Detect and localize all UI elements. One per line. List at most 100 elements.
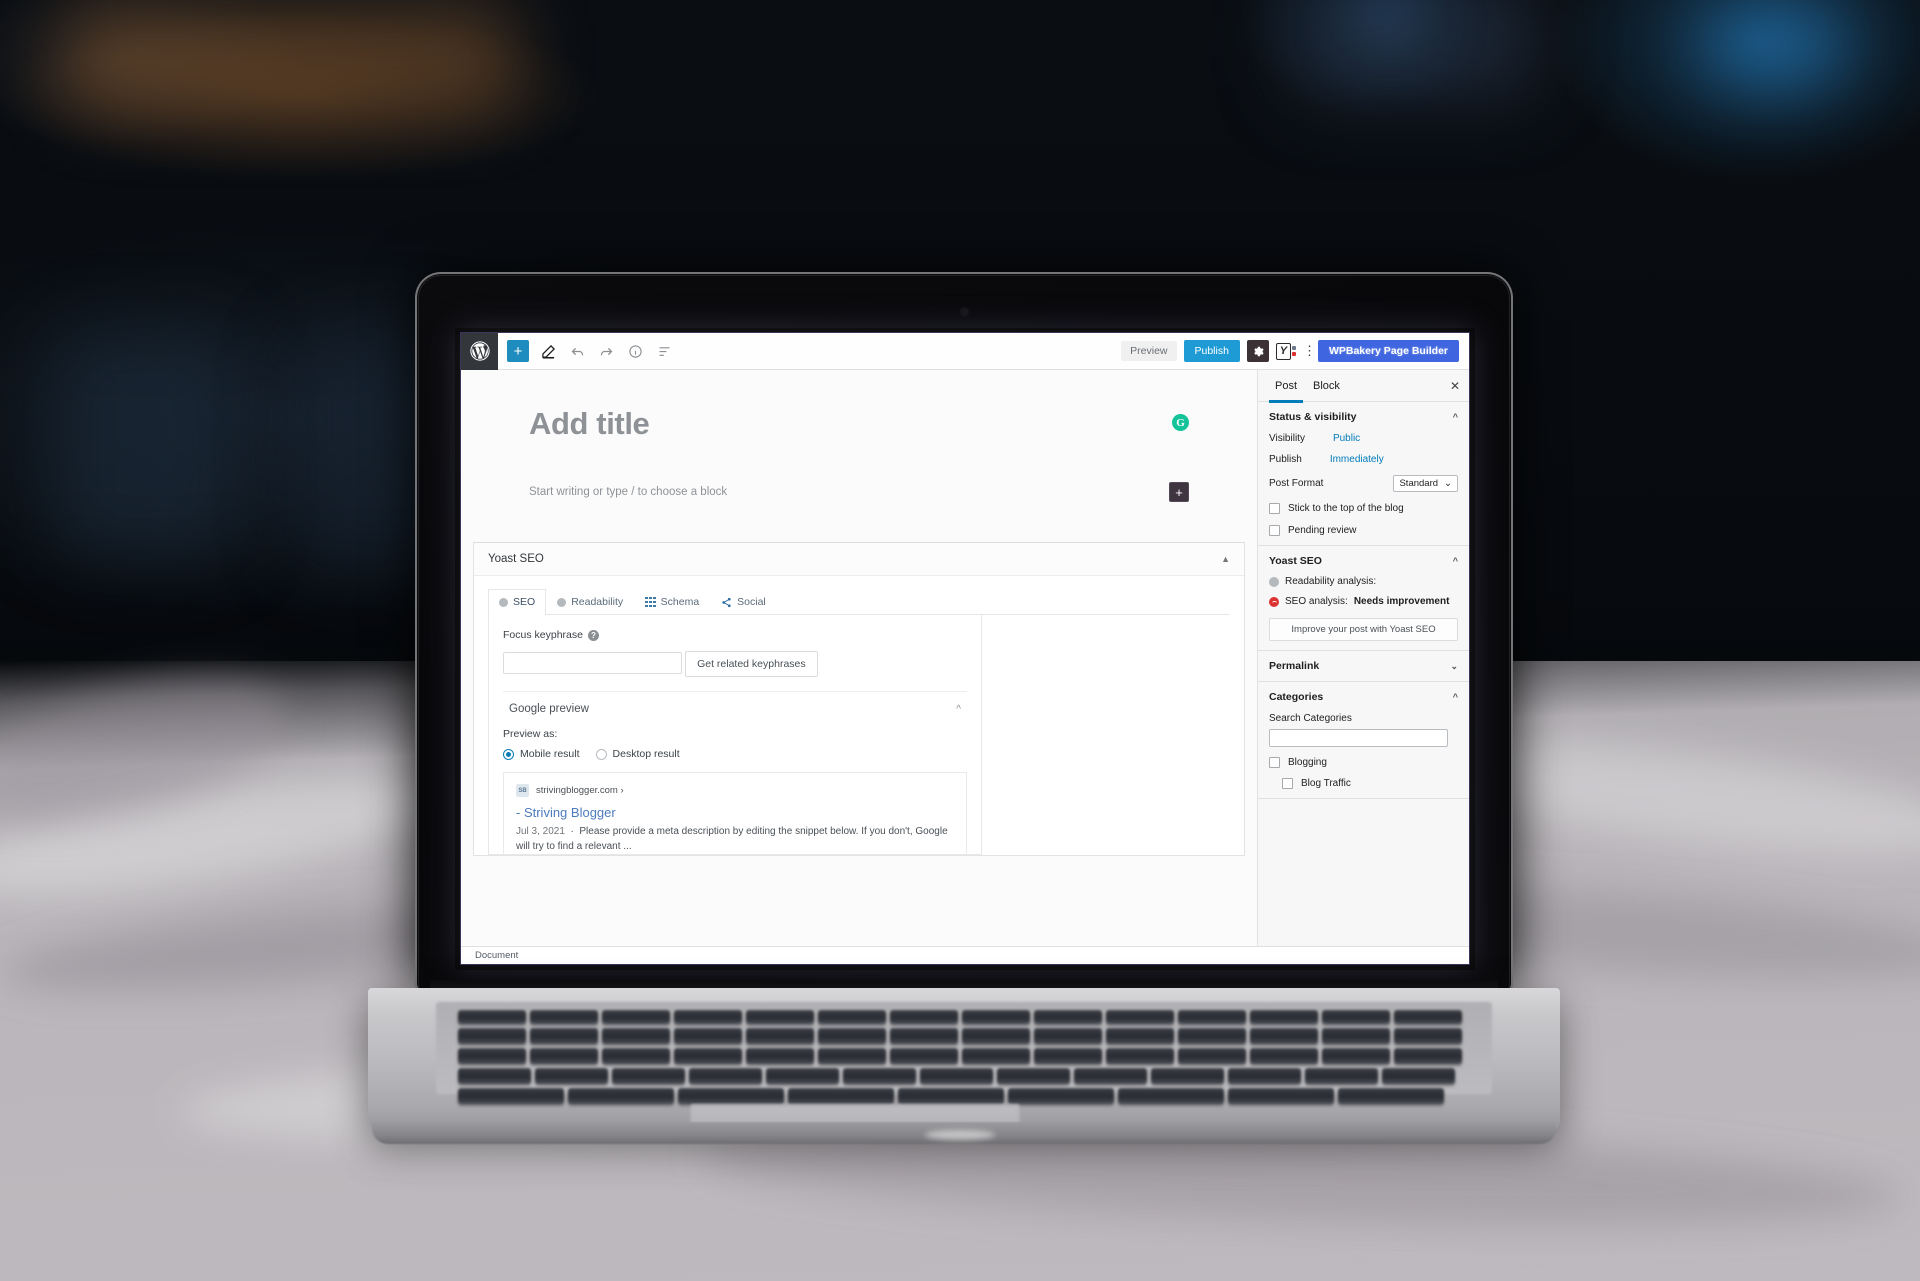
keyboard-key [458, 1068, 531, 1084]
keyboard-key [1250, 1028, 1318, 1044]
redo-icon[interactable] [596, 341, 616, 361]
block-inserter-icon[interactable]: + [1169, 482, 1189, 502]
post-format-select[interactable]: Standard ⌄ [1393, 475, 1458, 492]
yoast-seo-icon[interactable]: Y [1275, 342, 1296, 360]
tab-social[interactable]: Social [710, 589, 777, 614]
keyboard-key [1228, 1068, 1301, 1084]
section-permalink: Permalink ⌄ [1258, 651, 1469, 682]
paragraph-row: Start writing or type / to choose a bloc… [529, 482, 1189, 502]
visibility-value[interactable]: Public [1333, 433, 1360, 444]
info-icon[interactable] [625, 341, 645, 361]
tab-readability[interactable]: Readability [546, 589, 634, 614]
editor-toolbar: + Preview Publish Y ⋮ WPBakery Page Buil… [461, 333, 1469, 370]
yoast-dot-readability [1291, 346, 1296, 350]
focus-keyphrase-input[interactable] [503, 651, 682, 674]
pencil-tools-icon[interactable] [538, 341, 558, 361]
close-icon[interactable]: ✕ [1450, 379, 1460, 393]
sticky-label: Stick to the top of the blog [1288, 503, 1404, 514]
yoast-metabox-header[interactable]: Yoast SEO ▲ [474, 543, 1244, 576]
chevron-up-icon[interactable]: ^ [1453, 556, 1458, 566]
improve-post-button[interactable]: Improve your post with Yoast SEO [1269, 618, 1458, 641]
keyboard-key [1034, 1010, 1102, 1024]
google-preview-title: Google preview [509, 703, 589, 715]
search-categories-label: Search Categories [1269, 713, 1352, 724]
grammarly-icon[interactable]: G [1172, 414, 1189, 431]
permalink-header[interactable]: Permalink ⌄ [1269, 660, 1458, 672]
list-view-icon[interactable] [654, 341, 674, 361]
chevron-up-icon[interactable]: ^ [1453, 692, 1458, 702]
tab-seo[interactable]: SEO [488, 589, 547, 615]
keyboard-key [746, 1048, 814, 1064]
webcam-icon [960, 308, 968, 315]
keyboard-key [746, 1010, 814, 1024]
radio-desktop-indicator [595, 748, 607, 760]
keyboard-key [997, 1068, 1070, 1084]
keyboard-row-space [458, 1088, 1444, 1104]
category-blog-traffic-checkbox[interactable] [1282, 778, 1293, 789]
tab-block[interactable]: Block [1305, 370, 1348, 402]
seo-analysis-row: SEO analysis: Needs improvement [1269, 596, 1458, 607]
publish-button[interactable]: Publish [1183, 340, 1240, 362]
publish-value[interactable]: Immediately [1330, 454, 1384, 465]
keyboard-key [458, 1048, 526, 1064]
focus-keyphrase-label-row: Focus keyphrase ? [503, 629, 967, 641]
laptop-screen: + Preview Publish Y ⋮ WPBakery Page Buil… [461, 333, 1469, 964]
radio-desktop-result[interactable]: Desktop result [595, 748, 680, 760]
keyboard-key [962, 1048, 1030, 1064]
keyboard-key [530, 1028, 598, 1044]
kebab-menu-icon[interactable]: ⋮ [1303, 344, 1316, 357]
chevron-up-icon[interactable]: ^ [956, 704, 967, 715]
keyboard-key [458, 1088, 564, 1104]
post-title-input[interactable]: Add title [529, 406, 650, 442]
category-blog-traffic-label: Blog Traffic [1301, 778, 1351, 789]
pending-review-checkbox-row[interactable]: Pending review [1269, 525, 1458, 536]
post-format-value: Standard [1399, 478, 1439, 489]
keyboard-key [530, 1010, 598, 1024]
preview-button[interactable]: Preview [1121, 341, 1177, 361]
gear-icon[interactable] [1246, 340, 1269, 362]
tab-schema[interactable]: Schema [634, 589, 710, 614]
yoast-sidebar-title: Yoast SEO [1269, 555, 1322, 567]
chevron-up-icon[interactable]: ▲ [1221, 554, 1230, 564]
keyboard-key [962, 1028, 1030, 1044]
category-blogging-row[interactable]: Blogging [1269, 757, 1458, 768]
category-blogging-checkbox[interactable] [1269, 757, 1280, 768]
google-preview-header[interactable]: Google preview ^ [503, 692, 967, 726]
snippet-date: Jul 3, 2021 [516, 826, 565, 837]
categories-title: Categories [1269, 691, 1324, 703]
keyboard-key [1322, 1028, 1390, 1044]
readability-analysis-row: Readability analysis: [1269, 576, 1458, 587]
keyboard-key [1178, 1010, 1246, 1024]
paragraph-placeholder[interactable]: Start writing or type / to choose a bloc… [529, 486, 727, 498]
base-notch [925, 1130, 995, 1140]
wordpress-logo-icon[interactable] [461, 333, 498, 370]
sticky-checkbox-row[interactable]: Stick to the top of the blog [1269, 503, 1458, 514]
chevron-down-icon[interactable]: ⌄ [1450, 661, 1458, 672]
yoast-sidebar-header[interactable]: Yoast SEO ^ [1269, 555, 1458, 567]
pending-review-checkbox[interactable] [1269, 525, 1280, 536]
category-blog-traffic-row[interactable]: Blog Traffic [1269, 778, 1458, 789]
laptop: + Preview Publish Y ⋮ WPBakery Page Buil… [0, 0, 1920, 1281]
get-related-keyphrases-button[interactable]: Get related keyphrases [685, 651, 818, 677]
add-block-icon[interactable]: + [507, 340, 529, 362]
categories-header[interactable]: Categories ^ [1269, 691, 1458, 703]
keyboard-key [1151, 1068, 1224, 1084]
status-visibility-header[interactable]: Status & visibility ^ [1269, 411, 1458, 423]
google-snippet-preview[interactable]: SB strivingblogger.com › - Striving Blog… [503, 772, 967, 854]
yoast-y-glyph: Y [1275, 342, 1291, 360]
keyboard-key [920, 1068, 993, 1084]
help-question-icon[interactable]: ? [587, 629, 599, 641]
sticky-checkbox[interactable] [1269, 503, 1280, 514]
radio-mobile-result[interactable]: Mobile result [503, 748, 580, 760]
search-categories-input[interactable] [1269, 729, 1448, 747]
tab-post[interactable]: Post [1267, 370, 1305, 403]
preview-as-label: Preview as: [503, 728, 558, 740]
chevron-up-icon[interactable]: ^ [1453, 412, 1458, 422]
wpbakery-page-builder-button[interactable]: WPBakery Page Builder [1317, 340, 1459, 362]
sidebar-tab-list: Post Block ✕ [1258, 370, 1469, 403]
radio-desktop-label: Desktop result [612, 748, 680, 760]
toolbar-right-group: Preview Publish Y ⋮ WPBakery Page Builde… [1121, 340, 1469, 362]
document-status-bar[interactable]: Document [461, 946, 1469, 964]
undo-icon[interactable] [567, 341, 587, 361]
tab-readability-label: Readability [571, 596, 624, 608]
